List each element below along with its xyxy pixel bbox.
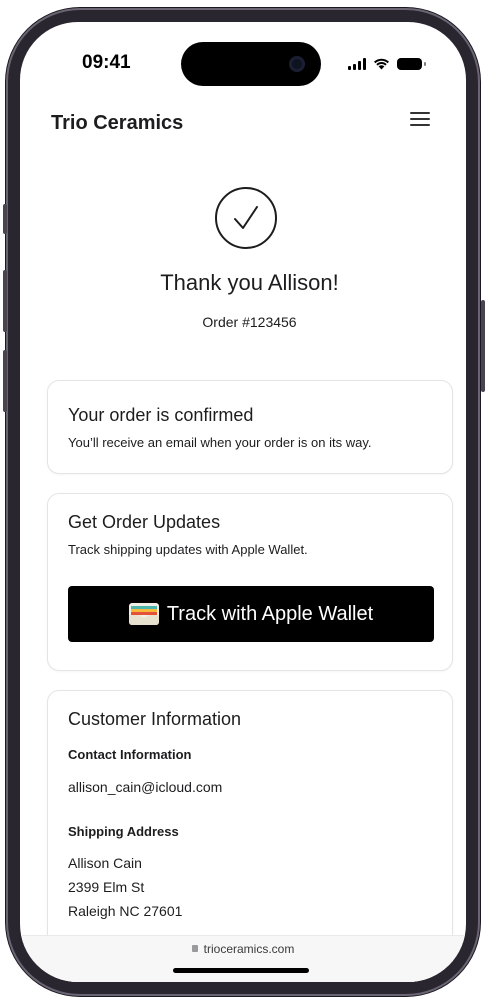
- address-line: 2399 Elm St: [68, 879, 145, 895]
- status-bar: 09:41: [20, 22, 466, 92]
- thank-you-heading: Thank you Allison!: [160, 270, 339, 295]
- screen: 09:41 Trio Ceramics Thank you Allison! O…: [20, 22, 466, 982]
- app-header: Trio Ceramics: [20, 106, 466, 142]
- volume-down-button: [3, 350, 7, 412]
- card-title: Your order is confirmed: [68, 405, 254, 425]
- card-text: Track shipping updates with Apple Wallet…: [68, 542, 308, 557]
- status-time: 09:41: [82, 52, 131, 73]
- dynamic-island: [181, 42, 321, 86]
- action-button: [3, 204, 7, 234]
- contact-information-label: Contact Information: [68, 747, 192, 762]
- hamburger-menu-icon[interactable]: [410, 110, 430, 128]
- browser-url-bar[interactable]: trioceramics.com: [20, 935, 466, 982]
- order-confirmed-card: Your order is confirmed You’ll receive a…: [47, 380, 453, 474]
- address-line: Allison Cain: [68, 855, 142, 871]
- home-indicator[interactable]: [173, 968, 309, 973]
- lock-icon: [191, 945, 198, 953]
- card-title: Customer Information: [68, 709, 242, 729]
- check-circle-icon: [215, 187, 277, 249]
- camera-icon: [289, 56, 305, 72]
- battery-icon: [397, 58, 426, 70]
- card-text: You’ll receive an email when your order …: [68, 435, 372, 450]
- wallet-button-label: Track with Apple Wallet: [166, 602, 374, 625]
- shipping-address-label: Shipping Address: [68, 824, 179, 839]
- track-with-apple-wallet-button[interactable]: Track with Apple Wallet: [68, 586, 434, 642]
- card-title: Get Order Updates: [68, 512, 221, 532]
- power-button: [481, 300, 485, 392]
- wallet-icon: [128, 603, 159, 625]
- volume-up-button: [3, 270, 7, 332]
- order-updates-card: Get Order Updates Track shipping updates…: [47, 493, 453, 671]
- cellular-signal-icon: [348, 58, 366, 70]
- url-display[interactable]: trioceramics.com: [20, 942, 466, 956]
- brand-title[interactable]: Trio Ceramics: [51, 112, 183, 135]
- address-line: Raleigh NC 27601: [68, 903, 183, 919]
- email-value: allison_cain@icloud.com: [68, 779, 223, 795]
- url-text: trioceramics.com: [203, 942, 295, 956]
- wifi-icon: [374, 58, 389, 70]
- order-number: Order #123456: [202, 314, 297, 330]
- status-icons: [348, 56, 426, 70]
